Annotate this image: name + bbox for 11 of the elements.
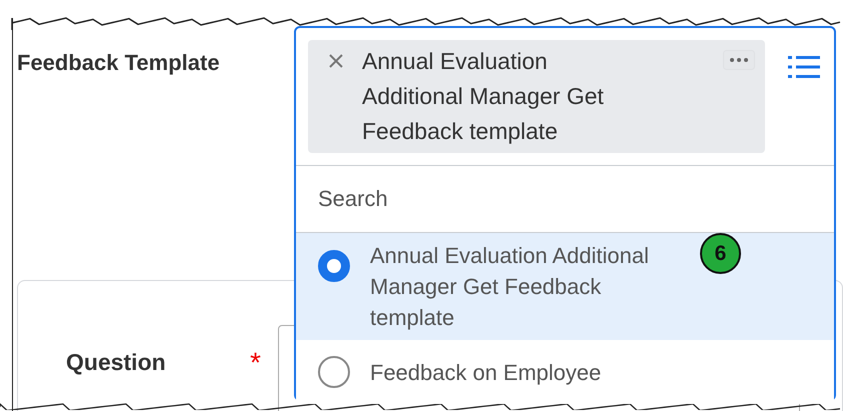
list-icon[interactable]	[788, 55, 820, 79]
more-icon[interactable]	[723, 50, 755, 70]
close-icon[interactable]	[328, 53, 344, 69]
field-label: Feedback Template	[17, 50, 220, 75]
radio-button[interactable]	[318, 250, 350, 282]
option-label: Annual Evaluation Additional Manager Get Feedback template	[370, 242, 650, 332]
required-icon: *	[250, 325, 278, 379]
option-label: Feedback on Employee	[370, 358, 602, 387]
radio-button[interactable]	[318, 356, 350, 388]
question-label: Question	[66, 348, 167, 376]
chip-text: Annual Evaluation Additional Manager Get Feedback template	[362, 47, 605, 146]
